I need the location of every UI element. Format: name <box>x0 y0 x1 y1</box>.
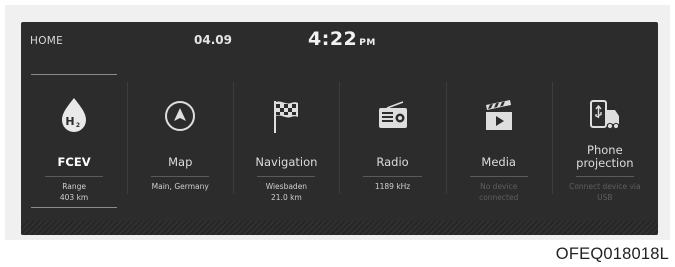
ampm-label: PM <box>359 38 376 48</box>
tile-phone-projection-sub2: USB <box>597 193 613 202</box>
tile-fcev[interactable]: H 2 FCEV Range 403 km <box>21 74 127 212</box>
hydrogen-drop-icon: H 2 <box>54 96 94 136</box>
phone-projection-icon <box>585 96 625 136</box>
tile-phone-projection-info: Connect device via USB <box>552 181 658 203</box>
media-play-icon <box>479 96 519 136</box>
time-value: 4:22 <box>308 28 358 50</box>
tile-phone-projection-sub1: Connect device via <box>569 182 641 191</box>
home-tiles: H 2 FCEV Range 403 km Map Main, Germany … <box>21 74 658 212</box>
tile-fcev-info: Range 403 km <box>21 181 127 203</box>
tile-radio-info: 1189 kHz <box>339 181 445 192</box>
checkered-flag-icon <box>266 96 306 136</box>
tile-map-sub1: Main, Germany <box>151 182 209 191</box>
figure-code: OFEQ018018L <box>555 245 669 263</box>
infotainment-screen: HOME 04.09 4:22PM H 2 FCEV Range 403 km <box>21 22 658 235</box>
tile-phone-projection[interactable]: Phone projection Connect device via USB <box>551 74 658 212</box>
tile-divider <box>575 176 634 177</box>
compass-arrow-icon <box>160 96 200 136</box>
tile-phone-projection-label: Phone projection <box>552 144 658 170</box>
tile-divider <box>151 176 210 177</box>
tile-media[interactable]: Media No device connected <box>445 74 552 212</box>
radio-icon <box>373 96 413 136</box>
h2-subscript: 2 <box>76 122 80 129</box>
tile-map[interactable]: Map Main, Germany <box>127 74 233 212</box>
tile-fcev-sub1: Range <box>62 182 86 191</box>
tile-divider <box>45 176 104 177</box>
tile-map-label: Map <box>168 155 193 169</box>
tile-navigation-sub1: Wiesbaden <box>265 182 308 191</box>
tile-phone-projection-label-2: projection <box>576 156 634 170</box>
tile-fcev-label: FCEV <box>57 155 91 169</box>
tile-radio[interactable]: Radio 1189 kHz <box>339 74 445 212</box>
tile-media-sub1: No device <box>480 182 518 191</box>
date-display: 04.09 <box>194 33 232 47</box>
tile-radio-label: Radio <box>376 155 409 169</box>
bottom-texture <box>21 221 658 235</box>
tile-map-info: Main, Germany <box>127 181 233 192</box>
clock-display: 4:22 PM <box>308 28 376 50</box>
tile-navigation[interactable]: Navigation Wiesbaden 21.0 km <box>233 74 339 212</box>
tile-media-label: Media <box>481 155 516 169</box>
status-bar: HOME 04.09 4:22 PM <box>21 22 658 60</box>
tile-navigation-sub2: 21.0 km <box>271 193 302 202</box>
tile-navigation-label: Navigation <box>255 155 318 169</box>
tile-fcev-sub2: 403 km <box>59 193 89 202</box>
tile-media-sub2: connected <box>479 193 519 202</box>
tile-navigation-info: Wiesbaden 21.0 km <box>233 181 339 203</box>
home-label[interactable]: HOME <box>30 35 63 47</box>
tile-media-info: No device connected <box>446 181 552 203</box>
tile-divider <box>469 176 528 177</box>
selection-bottom-line <box>31 207 118 208</box>
tile-radio-sub1: 1189 kHz <box>374 182 411 191</box>
tile-divider <box>363 176 422 177</box>
h2-letter: H <box>65 115 74 128</box>
tile-divider <box>257 176 316 177</box>
